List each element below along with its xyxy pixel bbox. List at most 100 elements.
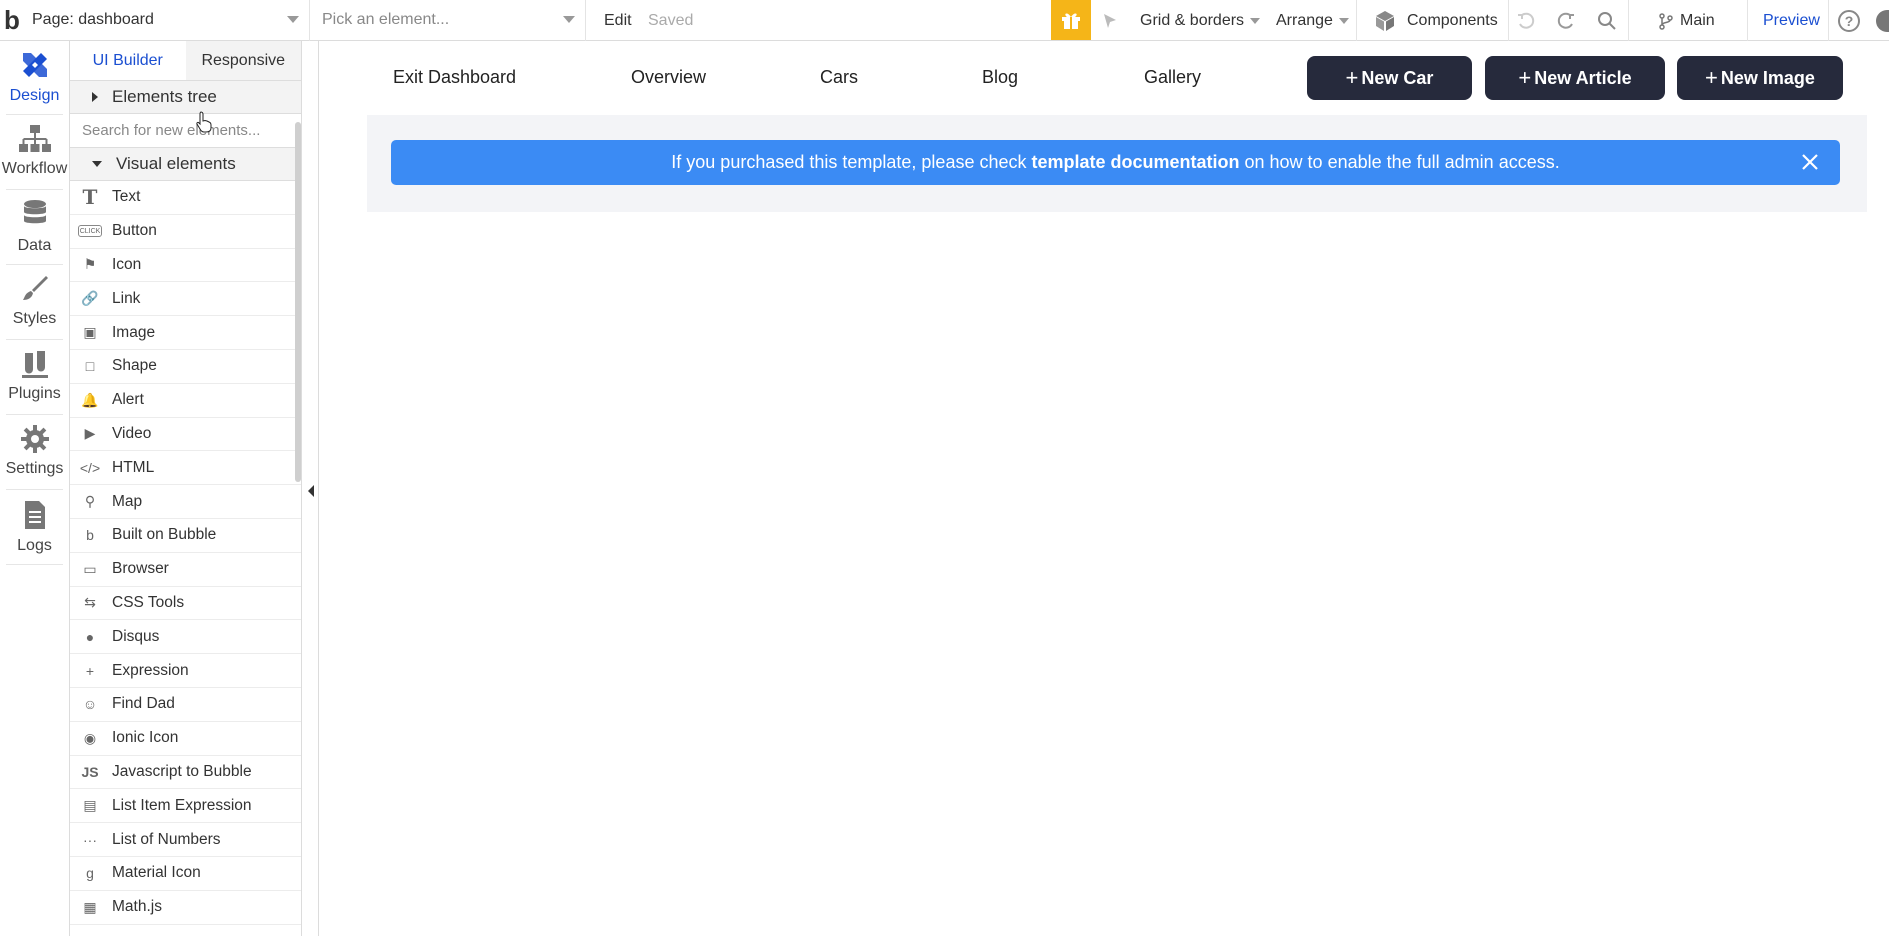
bubble-logo[interactable]: b bbox=[0, 0, 24, 41]
collapse-left-icon bbox=[308, 485, 314, 497]
element-item-text[interactable]: T Text bbox=[70, 181, 301, 215]
visual-elements-header[interactable]: Visual elements bbox=[70, 148, 301, 181]
banner-text: If you purchased this template, please c… bbox=[671, 152, 1559, 173]
element-item-link[interactable]: 🔗 Link bbox=[70, 282, 301, 317]
element-type-icon: 🔔 bbox=[81, 391, 99, 408]
nav-workflow[interactable]: Workflow bbox=[0, 116, 69, 190]
element-type-icon: □ bbox=[85, 358, 95, 375]
element-item-material-icon[interactable]: g Material Icon bbox=[70, 857, 301, 891]
new-article-button[interactable]: + New Article bbox=[1485, 56, 1665, 100]
element-item-image[interactable]: ▣ Image bbox=[70, 316, 301, 350]
nav-styles[interactable]: Styles bbox=[0, 266, 69, 340]
cube-icon bbox=[1376, 10, 1394, 31]
element-label: Alert bbox=[112, 391, 144, 409]
elements-tree-header[interactable]: Elements tree bbox=[70, 81, 301, 114]
element-item-browser[interactable]: ▭ Browser bbox=[70, 553, 301, 587]
help-button[interactable]: ? bbox=[1838, 0, 1860, 41]
page-selector[interactable]: Page: dashboard bbox=[24, 0, 310, 41]
nav-overview[interactable]: Overview bbox=[631, 67, 706, 88]
element-label: Video bbox=[112, 424, 152, 442]
chevron-down-icon bbox=[563, 15, 575, 23]
close-icon[interactable] bbox=[1800, 152, 1820, 172]
nav-logs[interactable]: Logs bbox=[0, 491, 69, 565]
element-item-disqus[interactable]: ● Disqus bbox=[70, 620, 301, 655]
element-item-shape[interactable]: □ Shape bbox=[70, 350, 301, 384]
nav-blog[interactable]: Blog bbox=[982, 67, 1018, 88]
toolbar-divider bbox=[1747, 0, 1748, 41]
nav-plugins[interactable]: Plugins bbox=[0, 341, 69, 415]
cursor-icon bbox=[1104, 13, 1116, 28]
branch-selector[interactable]: Main bbox=[1658, 0, 1715, 41]
element-type-icon: 🔗 bbox=[81, 290, 99, 307]
top-toolbar: b Page: dashboard Pick an element... Edi… bbox=[0, 0, 1889, 41]
element-item-javascript-to-bubble[interactable]: JS Javascript to Bubble bbox=[70, 756, 301, 790]
account-avatar[interactable] bbox=[1876, 0, 1889, 41]
toolbar-divider bbox=[1628, 0, 1629, 41]
tab-ui-builder[interactable]: UI Builder bbox=[70, 41, 186, 80]
element-label: Ionic Icon bbox=[112, 729, 179, 747]
nav-design[interactable]: Design bbox=[0, 41, 69, 115]
preview-button[interactable]: Preview bbox=[1763, 0, 1820, 41]
panel-scrollbar[interactable] bbox=[295, 122, 301, 482]
gift-icon bbox=[1062, 13, 1080, 29]
plus-icon: + bbox=[1518, 65, 1532, 90]
element-label: Disqus bbox=[112, 627, 160, 645]
inspect-cursor-button[interactable] bbox=[1101, 0, 1119, 41]
panel-collapse-strip[interactable] bbox=[302, 41, 319, 936]
grid-borders-menu[interactable]: Grid & borders bbox=[1140, 0, 1261, 41]
toolbar-divider bbox=[1508, 0, 1509, 41]
element-type-icon: ··· bbox=[83, 831, 97, 848]
element-item-find-dad[interactable]: ☺ Find Dad bbox=[70, 688, 301, 722]
tab-responsive[interactable]: Responsive bbox=[185, 41, 301, 80]
search-button[interactable] bbox=[1597, 0, 1617, 41]
element-item-expression[interactable]: + Expression bbox=[70, 654, 301, 688]
nav-data[interactable]: Data bbox=[0, 191, 69, 265]
element-picker[interactable]: Pick an element... bbox=[310, 0, 586, 41]
element-item-built-on-bubble[interactable]: b Built on Bubble bbox=[70, 519, 301, 553]
element-type-icon: ⇆ bbox=[84, 594, 96, 611]
element-item-button[interactable]: CLICK Button bbox=[70, 215, 301, 249]
nav-gallery[interactable]: Gallery bbox=[1144, 67, 1201, 88]
nav-label: Plugins bbox=[8, 385, 61, 402]
element-type-icon: g bbox=[86, 865, 94, 882]
element-type-icon: </> bbox=[79, 459, 101, 476]
visual-elements-label: Visual elements bbox=[116, 154, 236, 173]
help-icon: ? bbox=[1838, 9, 1860, 32]
redo-button[interactable] bbox=[1556, 0, 1576, 41]
edit-menu[interactable]: Edit bbox=[604, 0, 632, 41]
branch-icon bbox=[1659, 12, 1673, 30]
document-icon bbox=[24, 501, 45, 529]
nav-cars[interactable]: Cars bbox=[820, 67, 858, 88]
element-item-html[interactable]: </> HTML bbox=[70, 451, 301, 486]
arrange-menu[interactable]: Arrange bbox=[1276, 0, 1349, 41]
page-selector-label: Page: dashboard bbox=[32, 11, 154, 28]
element-search-input[interactable] bbox=[82, 122, 272, 139]
element-item-list-item-expression[interactable]: ▤ List Item Expression bbox=[70, 789, 301, 824]
toolbar-divider bbox=[1828, 0, 1829, 41]
element-item-ionic-icon[interactable]: ◉ Ionic Icon bbox=[70, 722, 301, 756]
element-item-video[interactable]: ▶ Video bbox=[70, 418, 301, 452]
element-item-alert[interactable]: 🔔 Alert bbox=[70, 384, 301, 418]
gear-icon bbox=[20, 425, 49, 453]
components-button[interactable]: Components bbox=[1373, 0, 1498, 41]
element-item-css-tools[interactable]: ⇆ CSS Tools bbox=[70, 587, 301, 621]
element-type-icon: ▶ bbox=[84, 425, 96, 442]
nav-settings[interactable]: Settings bbox=[0, 416, 69, 490]
visual-elements-list: T Text CLICK Button ⚑ Icon 🔗 Link ▣ Image □ Shape 🔔 A… bbox=[70, 181, 301, 925]
database-icon bbox=[23, 200, 46, 224]
nav-exit-dashboard[interactable]: Exit Dashboard bbox=[393, 67, 516, 88]
new-car-button[interactable]: + New Car bbox=[1307, 56, 1472, 100]
template-documentation-link[interactable]: template documentation bbox=[1031, 152, 1239, 172]
element-item-list-of-numbers[interactable]: ··· List of Numbers bbox=[70, 823, 301, 857]
element-item-map[interactable]: ⚲ Map bbox=[70, 485, 301, 519]
element-type-icon: ☺ bbox=[82, 696, 98, 713]
gift-button[interactable] bbox=[1051, 0, 1091, 40]
element-item-icon[interactable]: ⚑ Icon bbox=[70, 249, 301, 283]
page-canvas: Exit Dashboard Overview Cars Blog Galler… bbox=[320, 41, 1889, 936]
design-icon bbox=[22, 53, 47, 77]
element-search bbox=[70, 114, 301, 148]
undo-button[interactable] bbox=[1516, 0, 1536, 41]
element-item-math-js[interactable]: ▦ Math.js bbox=[70, 891, 301, 925]
nav-label: Design bbox=[9, 87, 60, 104]
new-image-button[interactable]: + New Image bbox=[1677, 56, 1843, 100]
